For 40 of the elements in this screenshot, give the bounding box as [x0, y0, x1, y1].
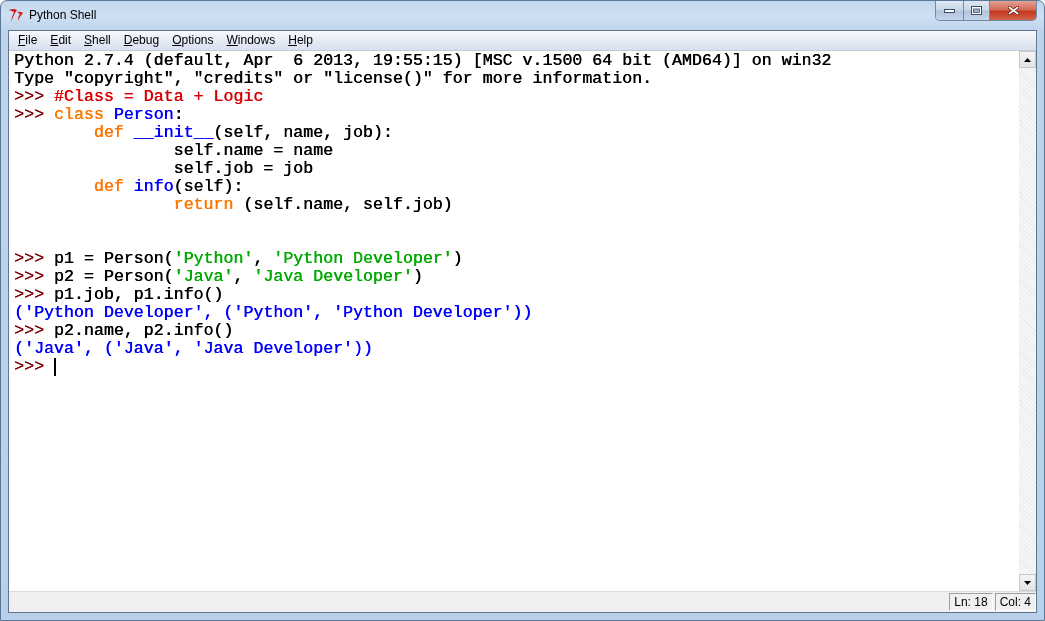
app-logo-icon — [8, 7, 24, 23]
code-line: >>> p1.job, p1.info() — [14, 286, 224, 304]
vertical-scrollbar[interactable] — [1019, 51, 1036, 591]
code-line: >>> p1 = Person('Python', 'Python Developer') — [14, 250, 463, 268]
menu-item[interactable]: Options — [166, 32, 221, 49]
close-button[interactable] — [989, 1, 1036, 20]
scroll-down-button[interactable] — [1019, 574, 1036, 591]
line-number-label: Ln: 18 — [949, 593, 993, 611]
minimize-icon — [944, 8, 955, 13]
window-title: Python Shell — [29, 8, 97, 22]
code-line: >>> p2.name, p2.info() — [14, 322, 234, 340]
code-line: def __init__(self, name, job): — [93, 124, 393, 142]
menu-item[interactable]: Shell — [78, 32, 118, 49]
code-line: >>> — [14, 358, 45, 376]
code-line: return (self.name, self.job) — [173, 196, 453, 214]
menu-item[interactable]: File — [12, 32, 45, 49]
shell-text-area[interactable] — [9, 51, 1019, 591]
maximize-icon — [971, 6, 982, 15]
scroll-up-button[interactable] — [1019, 51, 1036, 68]
text-cursor — [53, 358, 56, 376]
menu-item[interactable]: Debug — [117, 32, 167, 49]
output-line: Type "copyright", "credits" or "license()" for more information. — [14, 70, 652, 88]
maximize-button[interactable] — [963, 1, 989, 20]
menu-item[interactable]: Windows — [220, 32, 283, 49]
caret-up-icon — [1024, 57, 1031, 62]
close-icon — [1007, 6, 1019, 15]
code-line: >>> p2 = Person('Java', 'Java Developer') — [14, 268, 423, 286]
code-line: self.job = job — [173, 160, 313, 178]
code-line: def info(self): — [93, 178, 244, 196]
minimize-button[interactable] — [936, 1, 963, 20]
code-line: >>> class Person: — [14, 106, 184, 124]
code-line: self.name = name — [173, 142, 333, 160]
output-line: Python 2.7.4 (default, Apr 6 2013, 19:55:15) [MSC v.1500 64 bit (AMD64)] on win32 — [14, 52, 832, 70]
column-number-label: Col: 4 — [994, 593, 1036, 611]
caret-down-icon — [1024, 580, 1031, 585]
menu-item[interactable]: Help — [282, 32, 320, 49]
output-line: ('Java', ('Java', 'Java Developer')) — [14, 340, 373, 358]
code-line: >>> #Class = Data + Logic — [14, 88, 264, 106]
menu-item[interactable]: Edit — [44, 32, 79, 49]
output-line: ('Python Developer', ('Python', 'Python Developer')) — [14, 304, 533, 322]
